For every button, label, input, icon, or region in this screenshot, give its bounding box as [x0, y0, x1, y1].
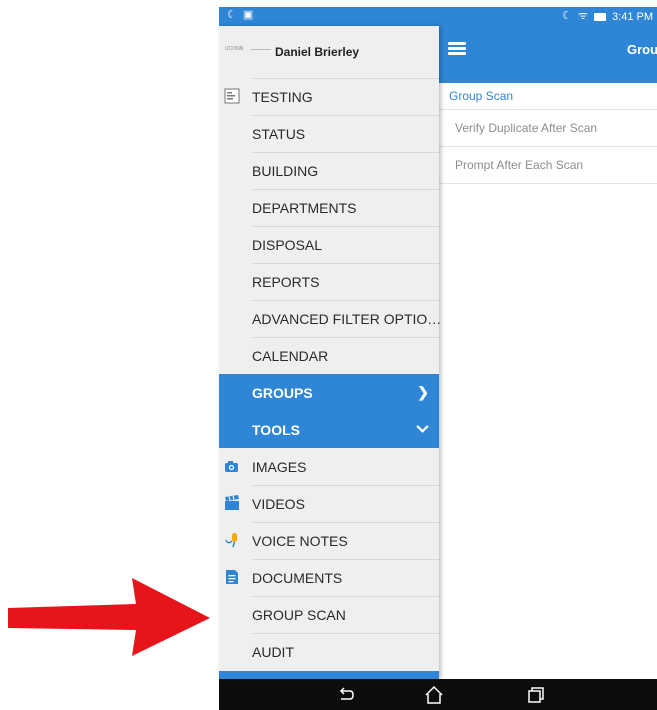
drawer-item-label: BUILDING: [252, 163, 319, 179]
status-bar: ☾ ▣ ☾ ᯤ 3:41 PM: [219, 7, 657, 26]
drawer-item-tools[interactable]: TOOLS: [219, 411, 439, 448]
microphone-icon: [225, 533, 237, 548]
navigation-drawer: UCONN Daniel Brierley TESTING STATUS BUI…: [219, 26, 442, 679]
clapperboard-icon: [225, 495, 239, 510]
chevron-right-icon: ❯: [417, 384, 429, 400]
drawer-item-building[interactable]: BUILDING: [219, 152, 439, 189]
system-nav-bar: [219, 679, 657, 710]
drawer-item-audit[interactable]: AUDIT: [219, 633, 439, 670]
drawer-item-label: VIDEOS: [252, 496, 305, 512]
drawer-item-label: TESTING: [252, 89, 313, 105]
drawer-item-groups[interactable]: GROUPS ❯: [219, 374, 439, 411]
page-title: Groups: [627, 42, 657, 57]
drawer-item-label: ADVANCED FILTER OPTIONS: [252, 311, 442, 327]
drawer-item-advanced-filter[interactable]: ADVANCED FILTER OPTIONS: [219, 300, 442, 337]
divider: [252, 115, 439, 116]
drawer-item-calendar[interactable]: CALENDAR: [219, 337, 439, 374]
drawer-item-disposal[interactable]: DISPOSAL: [219, 226, 439, 263]
drawer-item-label: DISPOSAL: [252, 237, 323, 253]
mail-icon: ▣: [242, 9, 254, 21]
option-label: Prompt After Each Scan: [455, 158, 584, 172]
tablet-screen: ☾ ▣ ☾ ᯤ 3:41 PM Groups Group Scan Verify…: [219, 7, 657, 710]
drawer-item-documents[interactable]: DOCUMENTS: [219, 559, 439, 596]
moon-icon: ☾: [562, 10, 572, 22]
status-time: 3:41 PM: [612, 10, 653, 23]
testing-icon: [224, 88, 240, 104]
drawer-item-label: STATUS: [252, 126, 306, 142]
section-header: Group Scan: [449, 89, 514, 103]
brand-logo: UCONN: [225, 46, 244, 52]
divider: [252, 633, 439, 634]
drawer-item-label: GROUPS: [252, 385, 313, 401]
drawer-item-label: CALENDAR: [252, 348, 329, 364]
recent-apps-icon[interactable]: [526, 685, 546, 705]
wifi-icon: ᯤ: [577, 10, 589, 22]
document-icon: [226, 570, 238, 584]
divider: [252, 226, 439, 227]
group-scan-settings: Group Scan Verify Duplicate After Scan P…: [439, 83, 657, 679]
drawer-item-label: DEPARTMENTS: [252, 200, 357, 216]
hamburger-menu-icon[interactable]: [448, 42, 466, 56]
option-prompt-after-scan[interactable]: Prompt After Each Scan: [439, 146, 657, 184]
divider: [252, 596, 439, 597]
drawer-item-images[interactable]: IMAGES: [219, 448, 439, 485]
drawer-item-reports[interactable]: REPORTS: [219, 263, 439, 300]
divider: [252, 485, 439, 486]
drawer-item-videos[interactable]: VIDEOS: [219, 485, 439, 522]
home-icon[interactable]: [424, 685, 444, 705]
moon-icon: ☾: [227, 9, 237, 21]
user-name: Daniel Brierley: [275, 45, 360, 59]
drawer-item-label: IMAGES: [252, 459, 307, 475]
drawer-bottom-strip: [219, 671, 439, 679]
drawer-item-voice-notes[interactable]: VOICE NOTES: [219, 522, 439, 559]
divider: [252, 337, 439, 338]
option-label: Verify Duplicate After Scan: [455, 121, 598, 135]
drawer-item-departments[interactable]: DEPARTMENTS: [219, 189, 439, 226]
camera-icon: [225, 461, 238, 472]
drawer-item-testing[interactable]: TESTING: [219, 78, 439, 115]
back-icon[interactable]: [336, 685, 356, 705]
divider: [252, 152, 439, 153]
drawer-item-label: VOICE NOTES: [252, 533, 348, 549]
user-header: UCONN Daniel Brierley: [219, 26, 439, 78]
divider: [252, 300, 439, 301]
divider: [252, 78, 439, 79]
divider: [252, 189, 439, 190]
red-arrow-annotation: [8, 578, 210, 656]
drawer-item-label: TOOLS: [252, 422, 300, 438]
drawer-item-group-scan[interactable]: GROUP SCAN: [219, 596, 439, 633]
drawer-item-status[interactable]: STATUS: [219, 115, 439, 152]
drawer-item-label: GROUP SCAN: [252, 607, 346, 623]
drawer-item-label: AUDIT: [252, 644, 294, 660]
divider: [252, 263, 439, 264]
chevron-down-icon: [416, 425, 429, 433]
option-verify-duplicate[interactable]: Verify Duplicate After Scan: [439, 109, 657, 146]
divider: [252, 559, 439, 560]
divider: [252, 522, 439, 523]
app-bar: Groups: [439, 26, 657, 83]
drawer-item-label: REPORTS: [252, 274, 320, 290]
drawer-item-label: DOCUMENTS: [252, 570, 343, 586]
battery-icon: [594, 12, 607, 21]
logo-divider: [251, 49, 271, 50]
